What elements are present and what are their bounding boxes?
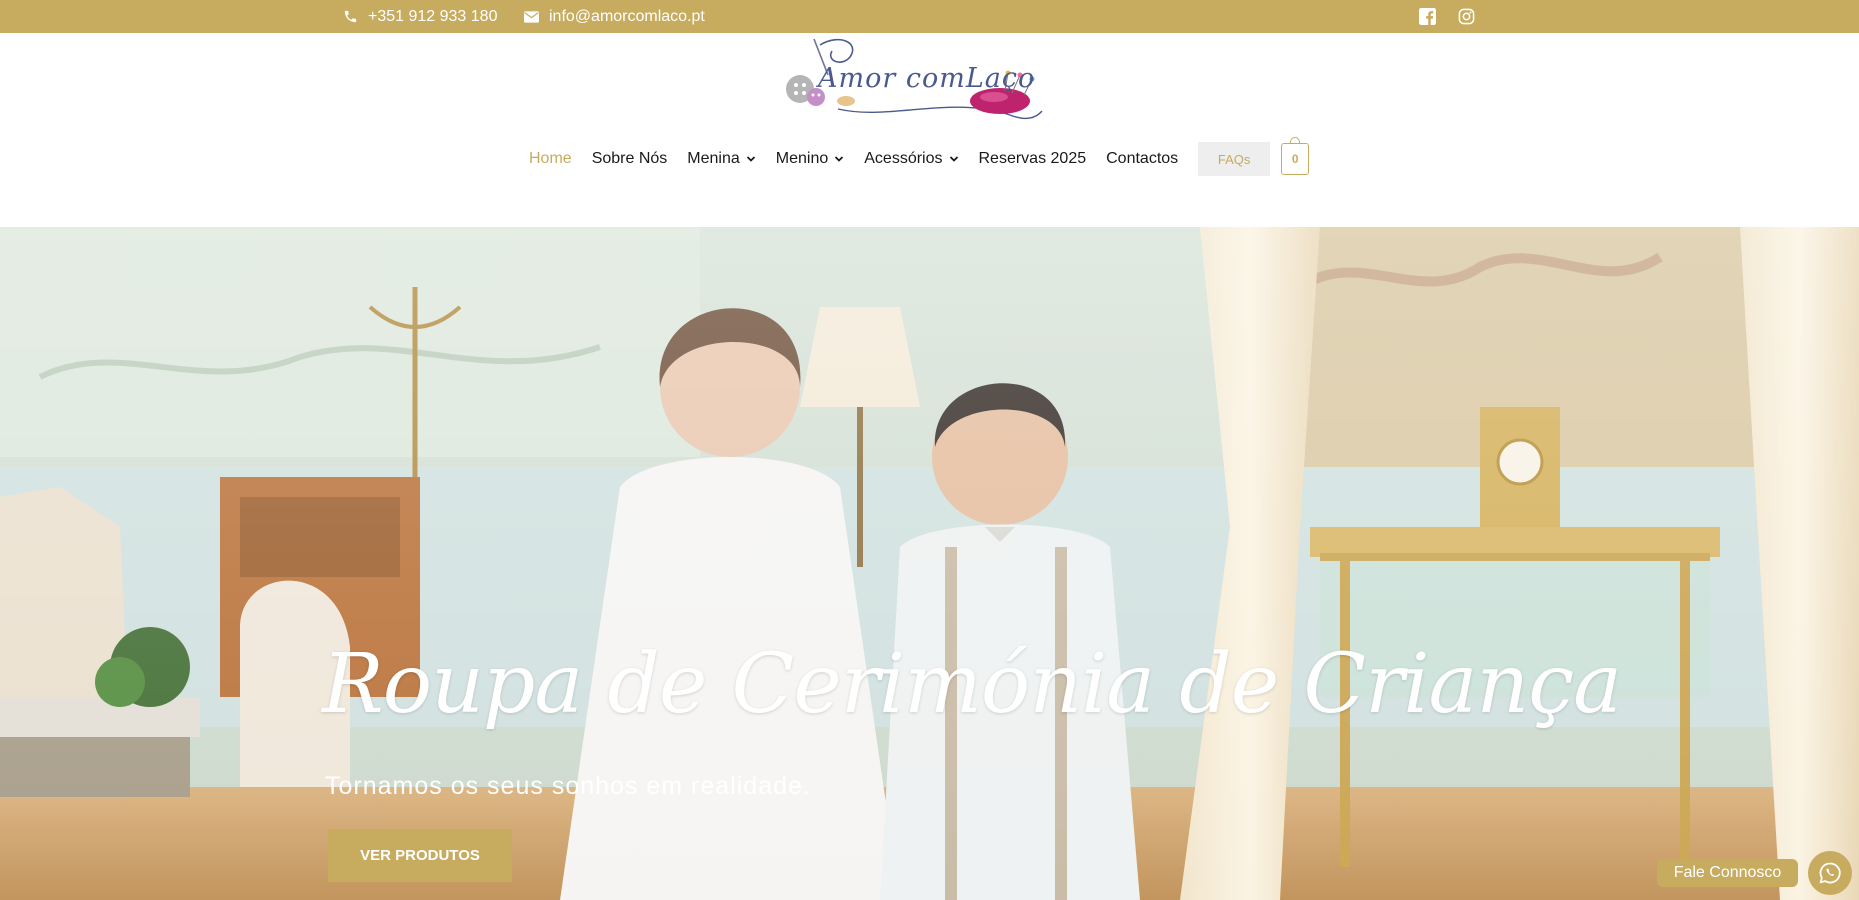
main-nav: Home Sobre Nós Menina Menino Acessórios … — [529, 137, 1310, 179]
site-header: Amor comLaço Home Sobre Nós Menina Menin… — [0, 33, 1859, 227]
envelope-icon — [524, 10, 539, 23]
hero-title: Roupa de Cerimónia de Criança — [322, 637, 1622, 732]
email-contact[interactable]: info@amorcomlaco.pt — [524, 0, 705, 33]
chevron-down-icon — [949, 156, 958, 162]
phone-number: +351 912 933 180 — [368, 7, 498, 25]
nav-item-label: Sobre Nós — [591, 150, 668, 167]
logo-text: Amor comLaço — [818, 63, 1036, 94]
chat-label[interactable]: Fale Connosco — [1657, 859, 1798, 887]
cart-count: 0 — [1291, 152, 1299, 166]
cart-button[interactable]: 0 — [1281, 137, 1310, 175]
hero-image — [0, 227, 1859, 900]
email-address: info@amorcomlaco.pt — [549, 7, 705, 25]
nav-item-reservas[interactable]: Reservas 2025 — [979, 150, 1087, 168]
nav-item-home[interactable]: Home — [529, 150, 572, 168]
nav-item-label: Menino — [775, 150, 829, 167]
nav-item-acessorios[interactable]: Acessórios — [864, 150, 958, 168]
nav-item-label: Acessórios — [864, 150, 943, 167]
site-logo[interactable]: Amor comLaço — [780, 35, 1048, 127]
nav-item-menino[interactable]: Menino — [776, 150, 844, 168]
whatsapp-icon — [1819, 862, 1841, 884]
phone-contact[interactable]: +351 912 933 180 — [343, 0, 497, 33]
top-bar: +351 912 933 180 info@amorcomlaco.pt — [0, 0, 1859, 33]
hero-banner: Roupa de Cerimónia de Criança Tornamos o… — [0, 227, 1859, 900]
facebook-link[interactable] — [1419, 0, 1436, 33]
nav-item-label: Home — [529, 150, 572, 167]
nav-item-label: Reservas 2025 — [978, 150, 1087, 167]
phone-icon — [343, 9, 358, 24]
faq-button[interactable]: FAQs — [1198, 142, 1271, 176]
chevron-down-icon — [835, 156, 844, 162]
facebook-icon — [1419, 8, 1436, 25]
nav-item-label: Menina — [687, 150, 740, 167]
instagram-link[interactable] — [1458, 0, 1475, 33]
hero-subtitle: Tornamos os seus sonhos em realidade. — [325, 772, 811, 800]
instagram-icon — [1458, 8, 1475, 25]
whatsapp-chat-button[interactable] — [1808, 851, 1852, 895]
shopping-bag-icon — [1290, 137, 1301, 144]
nav-item-label: Contactos — [1106, 150, 1179, 167]
view-products-button[interactable]: VER PRODUTOS — [328, 829, 512, 882]
nav-item-sobre-nos[interactable]: Sobre Nós — [592, 150, 668, 168]
nav-item-contactos[interactable]: Contactos — [1106, 150, 1178, 168]
nav-item-menina[interactable]: Menina — [687, 150, 755, 168]
chevron-down-icon — [746, 156, 755, 162]
